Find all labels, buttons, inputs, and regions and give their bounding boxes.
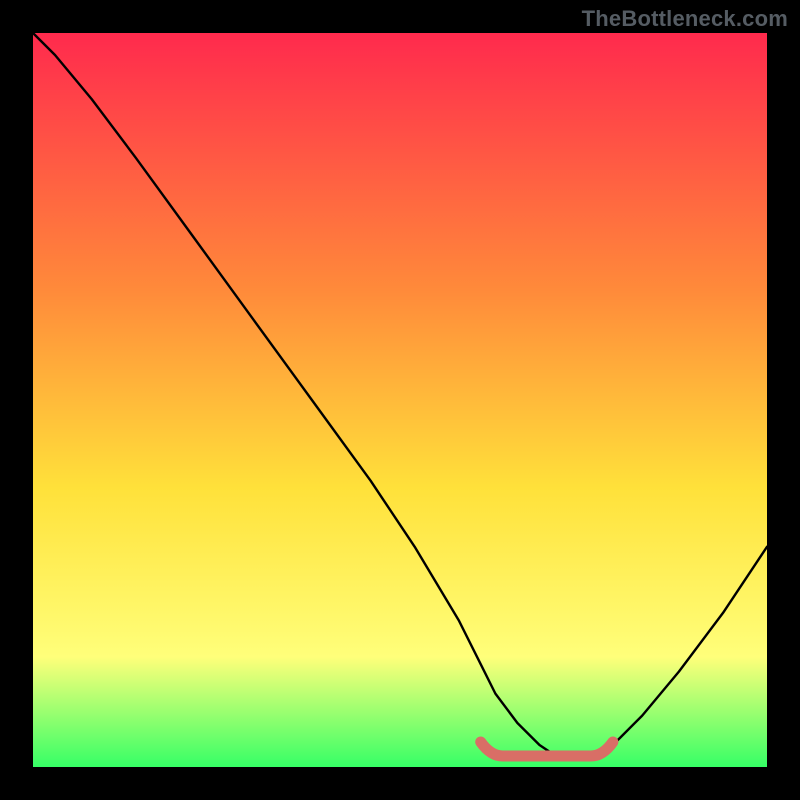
chart-stage: TheBottleneck.com (0, 0, 800, 800)
gradient-background (33, 33, 767, 767)
chart-svg (33, 33, 767, 767)
watermark-text: TheBottleneck.com (582, 6, 788, 32)
plot-area (33, 33, 767, 767)
